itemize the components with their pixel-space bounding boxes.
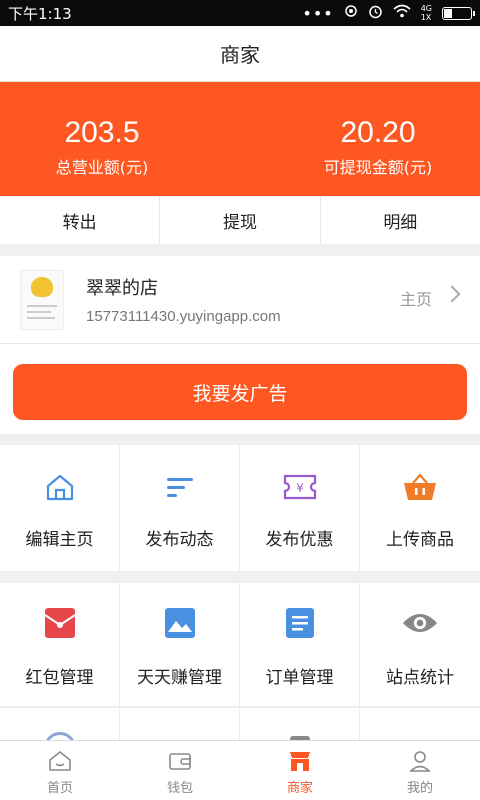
grid-cell-partial[interactable] — [120, 708, 240, 740]
tab-home[interactable]: 首页 — [0, 741, 120, 800]
status-time: 下午1:13 — [8, 4, 72, 23]
order-management-button[interactable]: 订单管理 — [240, 583, 360, 706]
earnings-summary: 203.5 总营业额(元) 20.20 可提现金额(元) — [0, 82, 480, 196]
wallet-icon — [168, 749, 192, 773]
edit-homepage-label: 编辑主页 — [25, 530, 94, 550]
wallet-actions: 转出 提现 明细 — [0, 196, 480, 244]
store-info-row[interactable]: 翠翠的店 15773111430.yuyingapp.com 主页 — [0, 256, 480, 344]
total-revenue-value: 203.5 — [64, 116, 140, 149]
document-icon — [282, 605, 318, 641]
store-thumbnail — [20, 270, 64, 330]
lines-icon — [162, 469, 198, 505]
coupon-icon: ¥ — [282, 469, 318, 505]
tab-mine[interactable]: 我的 — [360, 741, 480, 800]
status-icons: ••• 4G 1X — [302, 3, 475, 23]
withdrawable-value: 20.20 — [340, 116, 416, 149]
tab-mine-label: 我的 — [406, 781, 433, 796]
total-revenue-block[interactable]: 203.5 总营业额(元) — [2, 82, 202, 196]
site-statistics-label: 站点统计 — [386, 668, 454, 688]
page-header: 商家 — [0, 26, 480, 82]
network-type-4g: 4G — [420, 4, 432, 13]
order-management-label: 订单管理 — [265, 668, 334, 688]
home-icon — [48, 749, 72, 773]
tab-merchant-label: 商家 — [286, 781, 313, 796]
tab-merchant[interactable]: 商家 — [240, 741, 360, 800]
transfer-out-button[interactable]: 转出 — [0, 196, 161, 244]
battery-icon — [442, 6, 475, 20]
store-url: 15773111430.yuyingapp.com — [86, 308, 281, 325]
red-envelope-management-label: 红包管理 — [25, 668, 94, 688]
svg-text:¥: ¥ — [296, 481, 304, 495]
total-revenue-label: 总营业额(元) — [55, 158, 149, 177]
withdrawable-label: 可提现金额(元) — [323, 158, 433, 177]
grid-cell-partial[interactable] — [360, 708, 480, 740]
function-grid-row-3 — [0, 708, 480, 764]
tab-wallet-label: 钱包 — [166, 781, 193, 796]
network-indicator: 4G 1X — [421, 4, 432, 22]
status-bar: 下午1:13 ••• 4G 1X — [0, 0, 480, 26]
alarm-icon — [368, 4, 383, 23]
withdrawable-block[interactable]: 20.20 可提现金额(元) — [278, 82, 478, 196]
post-coupon-button[interactable]: ¥ 发布优惠 — [240, 445, 360, 571]
bottom-tab-bar: 首页 钱包 商家 我的 — [0, 740, 480, 800]
notification-dots-icon: ••• — [302, 3, 334, 23]
tab-wallet[interactable]: 钱包 — [120, 741, 240, 800]
post-update-button[interactable]: 发布动态 — [120, 445, 240, 571]
upload-product-button[interactable]: 上传商品 — [360, 445, 480, 571]
wifi-icon — [393, 4, 411, 22]
function-grid-row-2: 红包管理 天天赚管理 订单管理 站点统计 — [0, 583, 480, 707]
red-envelope-icon — [42, 605, 78, 641]
edit-homepage-button[interactable]: 编辑主页 — [0, 445, 120, 571]
chevron-right-icon — [443, 285, 461, 303]
post-coupon-label: 发布优惠 — [265, 530, 334, 550]
red-envelope-management-button[interactable]: 红包管理 — [0, 583, 120, 706]
eye-icon — [402, 605, 438, 641]
sync-icon — [344, 4, 358, 22]
shop-icon — [288, 749, 312, 773]
basket-icon — [402, 469, 438, 505]
image-icon — [162, 605, 198, 641]
grid-cell-partial[interactable] — [0, 708, 120, 764]
page-title: 商家 — [220, 43, 260, 67]
tab-home-label: 首页 — [46, 781, 73, 796]
upload-product-label: 上传商品 — [386, 530, 454, 550]
daily-earn-management-label: 天天赚管理 — [137, 668, 222, 688]
home-outline-icon — [42, 469, 78, 505]
post-ad-button[interactable]: 我要发广告 — [13, 364, 467, 420]
function-grid-row-1: 编辑主页 发布动态 ¥ 发布优惠 上传商品 — [0, 445, 480, 571]
withdraw-button[interactable]: 提现 — [160, 196, 321, 244]
store-homepage-link[interactable]: 主页 — [400, 286, 432, 310]
post-update-label: 发布动态 — [145, 530, 214, 550]
store-name: 翠翠的店 — [86, 278, 158, 299]
site-statistics-button[interactable]: 站点统计 — [360, 583, 480, 706]
network-type-1x: 1X — [420, 13, 432, 22]
details-button[interactable]: 明细 — [321, 196, 480, 244]
daily-earn-management-button[interactable]: 天天赚管理 — [120, 583, 240, 706]
grid-cell-partial[interactable] — [240, 708, 360, 746]
ad-section: 我要发广告 — [0, 344, 480, 434]
user-icon — [408, 749, 432, 773]
